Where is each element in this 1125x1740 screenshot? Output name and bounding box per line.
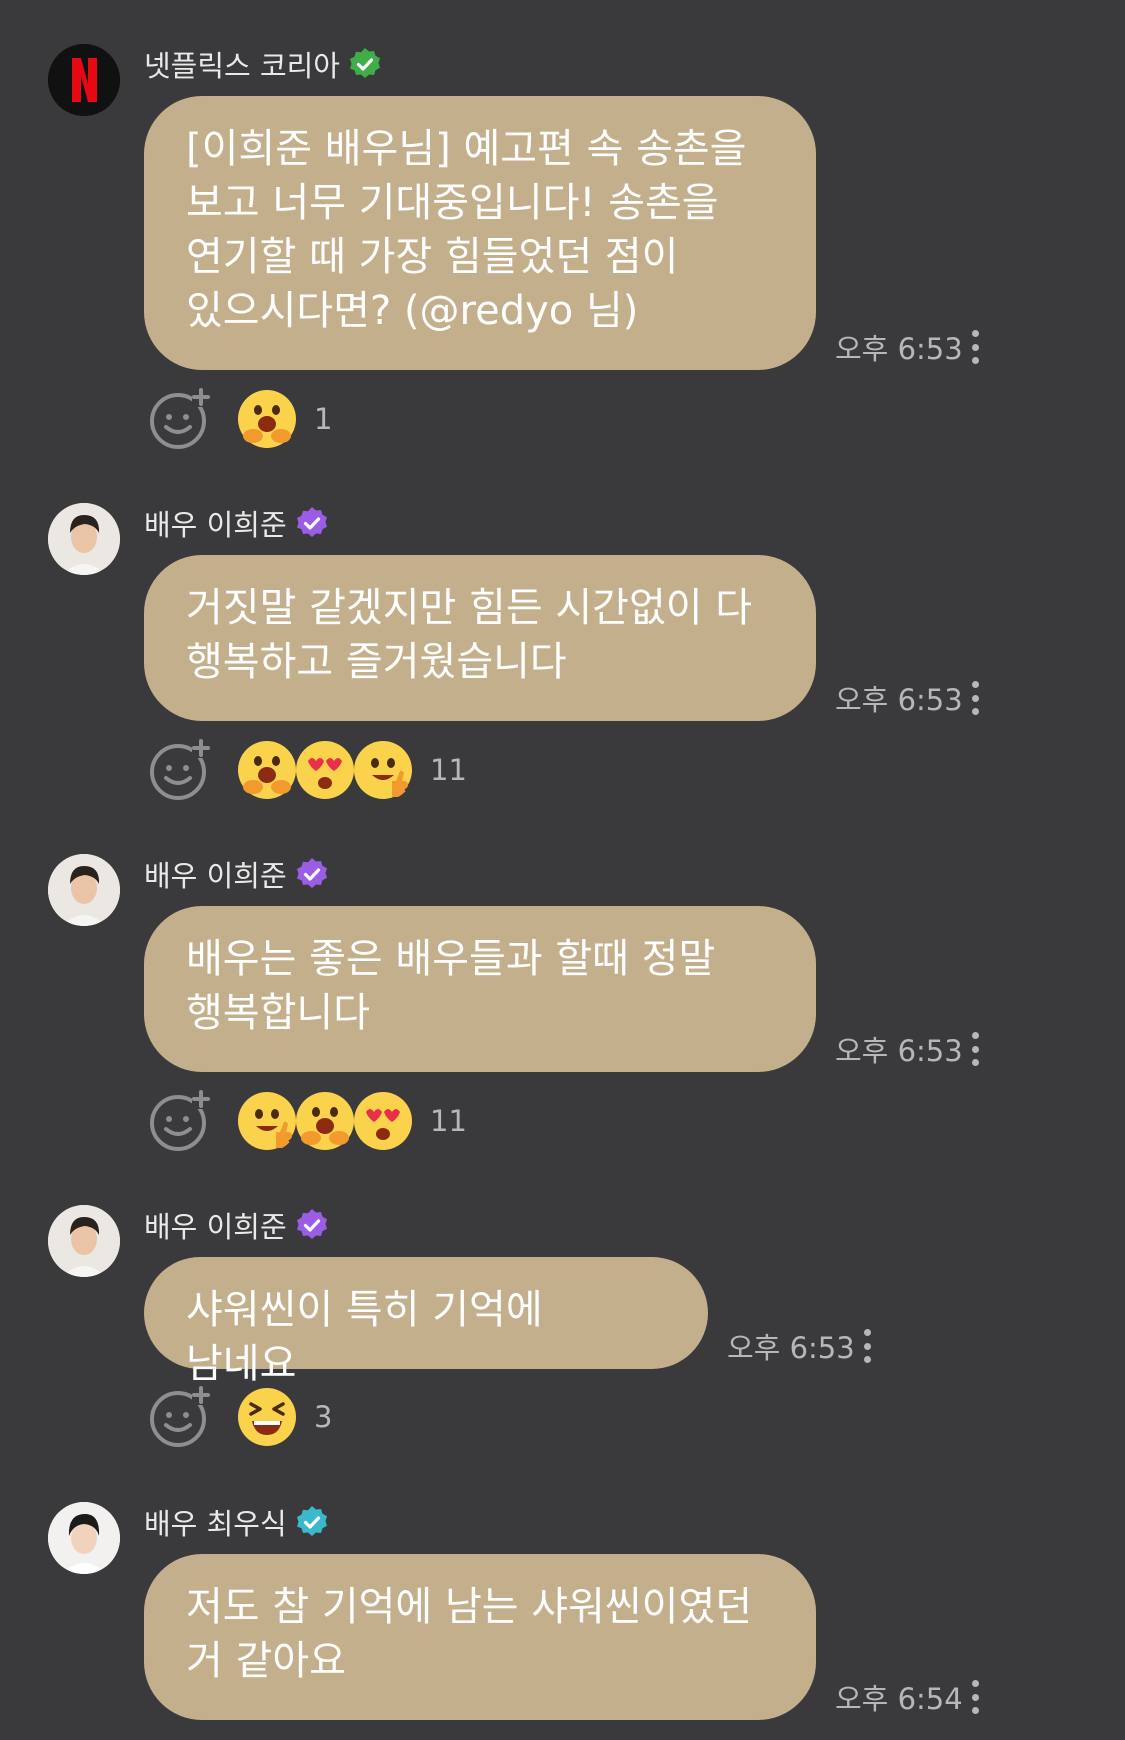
grinning-hands-emoji-icon[interactable] (236, 739, 298, 801)
heart-eyes-emoji-icon[interactable] (352, 1090, 414, 1152)
more-options-icon[interactable] (969, 1680, 981, 1714)
grinning-hands-emoji-icon[interactable] (294, 1090, 356, 1152)
add-reaction-icon[interactable] (148, 1089, 212, 1153)
message-bubble[interactable]: 거짓말 같겠지만 힘든 시간없이 다 행복하고 즐거웠습니다 (144, 555, 816, 721)
thumbs-up-emoji-icon[interactable] (352, 739, 414, 801)
sender-name: 배우 이희준 (144, 508, 287, 542)
avatar[interactable] (48, 1205, 120, 1277)
reaction-count: 11 (430, 1104, 467, 1138)
message-time: 오후 6:53 (835, 683, 963, 717)
sender-row: 배우 이희준 (144, 501, 329, 545)
laughing-emoji-icon[interactable] (236, 1386, 298, 1448)
sender-row: 배우 최우식 (144, 1500, 329, 1544)
message-bubble[interactable]: 저도 참 기억에 남는 샤워씬이였던 거 같아요 (144, 1554, 816, 1720)
reaction-bar: 11 (148, 738, 467, 802)
sender-name: 배우 이희준 (144, 859, 287, 893)
add-reaction-icon[interactable] (148, 387, 212, 451)
more-options-icon[interactable] (969, 681, 981, 715)
reaction-bar: 3 (148, 1385, 332, 1449)
verified-badge-icon (296, 1209, 327, 1239)
message-time: 오후 6:53 (835, 332, 963, 366)
sender-row: 배우 이희준 (144, 852, 329, 896)
message-bubble[interactable]: [이희준 배우님] 예고편 속 송촌을 보고 너무 기대중입니다! 송촌을 연기… (144, 96, 816, 370)
netflix-avatar[interactable] (48, 44, 120, 116)
reaction-count: 1 (314, 402, 333, 436)
more-options-icon[interactable] (969, 330, 981, 364)
message-bubble[interactable]: 샤워씬이 특히 기억에 남네요 (144, 1257, 708, 1387)
sender-row: 배우 이희준 (144, 1203, 329, 1247)
reaction-bar: 1 (148, 387, 332, 451)
avatar[interactable] (48, 854, 120, 926)
avatar[interactable] (48, 503, 120, 575)
more-options-icon[interactable] (969, 1032, 981, 1066)
message-bubble[interactable]: 배우는 좋은 배우들과 할때 정말 행복합니다 (144, 906, 816, 1072)
actor-photo-2-icon (48, 1502, 120, 1574)
verified-badge-icon (296, 858, 327, 888)
netflix-logo-icon (48, 44, 120, 116)
sender-name: 배우 최우식 (144, 1507, 287, 1541)
verified-badge-icon (296, 1506, 327, 1536)
message-time: 오후 6:54 (835, 1682, 963, 1716)
more-options-icon[interactable] (861, 1329, 873, 1363)
add-reaction-icon[interactable] (148, 738, 212, 802)
reaction-count: 11 (430, 753, 467, 787)
reaction-bar: 11 (148, 1089, 467, 1153)
avatar[interactable] (48, 1502, 120, 1574)
sender-name: 넷플릭스 코리아 (144, 49, 340, 83)
heart-eyes-emoji-icon[interactable] (294, 739, 356, 801)
message-time: 오후 6:53 (727, 1331, 855, 1365)
add-reaction-icon[interactable] (148, 1385, 212, 1449)
sender-row: 넷플릭스 코리아 (144, 42, 382, 86)
actor-photo-icon (48, 1205, 120, 1277)
verified-badge-icon (296, 507, 327, 537)
thumbs-up-emoji-icon[interactable] (236, 1090, 298, 1152)
verified-badge-icon (349, 48, 380, 78)
actor-photo-icon (48, 503, 120, 575)
sender-name: 배우 이희준 (144, 1210, 287, 1244)
reaction-count: 3 (314, 1400, 333, 1434)
message-time: 오후 6:53 (835, 1034, 963, 1068)
actor-photo-icon (48, 854, 120, 926)
grinning-hands-emoji-icon[interactable] (236, 388, 298, 450)
